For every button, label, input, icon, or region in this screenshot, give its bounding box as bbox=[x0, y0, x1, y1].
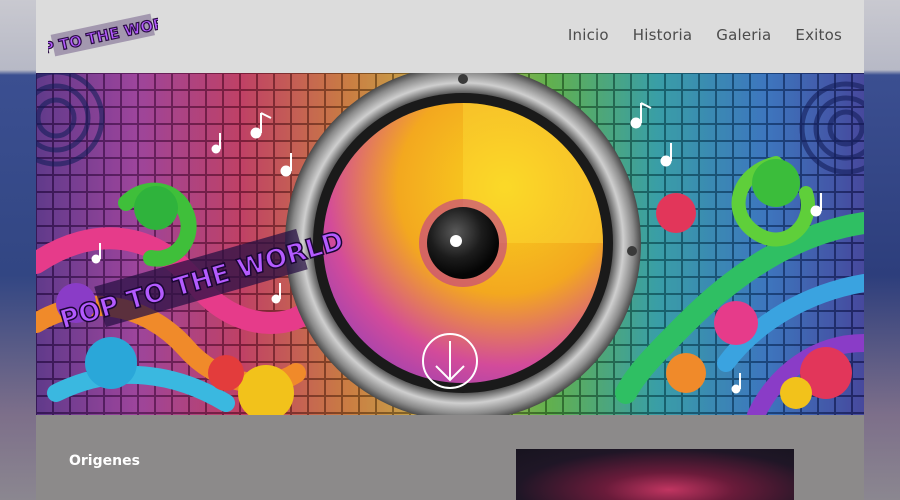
content-section: Origenes bbox=[36, 415, 864, 500]
website-page: POP TO THE WORLD Inicio Historia Galeria… bbox=[36, 0, 864, 500]
nav-item-exitos[interactable]: Exitos bbox=[795, 26, 842, 44]
nav-item-galeria[interactable]: Galeria bbox=[716, 26, 771, 44]
site-logo[interactable]: POP TO THE WORLD bbox=[48, 6, 158, 66]
nav-item-inicio[interactable]: Inicio bbox=[568, 26, 609, 44]
nav-item-historia[interactable]: Historia bbox=[633, 26, 692, 44]
main-nav: Inicio Historia Galeria Exitos bbox=[544, 26, 842, 44]
hero-artwork: POP TO THE WORLD bbox=[36, 73, 864, 415]
section-image bbox=[516, 449, 794, 500]
backdrop-left bbox=[0, 0, 36, 500]
site-header: POP TO THE WORLD Inicio Historia Galeria… bbox=[36, 0, 864, 73]
hero-banner: POP TO THE WORLD bbox=[36, 73, 864, 415]
section-title-origenes: Origenes bbox=[69, 453, 140, 469]
backdrop-right bbox=[864, 0, 900, 500]
